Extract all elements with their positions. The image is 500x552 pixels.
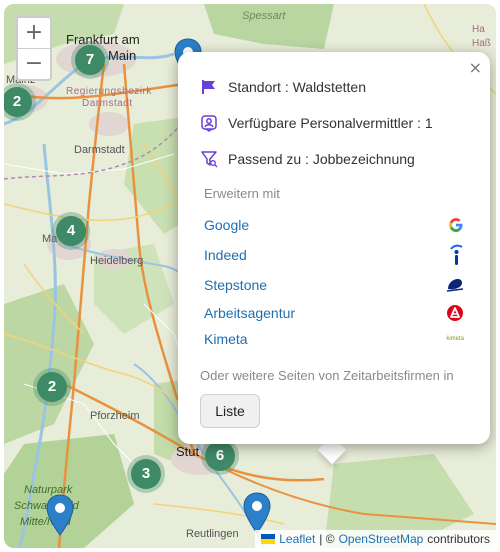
stepstone-logo-icon[interactable] <box>446 277 464 293</box>
popup-close-button[interactable]: × <box>469 58 482 77</box>
map-label-hass: Haß <box>472 38 491 49</box>
arbeitsagentur-logo-icon[interactable] <box>446 304 464 322</box>
provider-indeed: Indeed <box>204 244 464 266</box>
matches-text: Passend zu : Jobbezeichnung <box>228 151 415 167</box>
marker-cluster[interactable]: 2 <box>33 368 71 406</box>
map-label-darmstadt-region: Darmstadt <box>82 98 133 109</box>
provider-kimeta: Kimeta kimeta <box>204 328 464 350</box>
matches-row: Passend zu : Jobbezeichnung <box>200 150 415 168</box>
marker-cluster[interactable]: 7 <box>71 41 109 79</box>
extend-label: Erweitern mit <box>204 186 280 201</box>
provider-link-kimeta[interactable]: Kimeta <box>204 331 248 347</box>
google-logo-icon[interactable] <box>448 217 464 233</box>
map-label-stuttgart: Stut <box>176 444 200 459</box>
marker-cluster[interactable]: 3 <box>127 455 165 493</box>
map-label-darmstadt: Darmstadt <box>74 144 125 156</box>
map-pin-icon[interactable] <box>46 494 74 536</box>
zoom-control: + − <box>16 16 52 81</box>
ukraine-flag-icon <box>261 534 276 544</box>
map-label-regbez: Regierungsbezirk <box>66 86 152 97</box>
map-label-reutlingen: Reutlingen <box>186 528 239 540</box>
kimeta-logo-icon[interactable]: kimeta <box>446 336 464 342</box>
filter-search-icon <box>201 151 218 168</box>
map-label-heidelberg: Heidelberg <box>90 255 144 267</box>
map-container[interactable]: Spessart Frankfurt am Main Mainz Regieru… <box>4 4 496 548</box>
available-row: Verfügbare Personalvermittler : 1 <box>200 114 433 132</box>
provider-arbeitsagentur: Arbeitsagentur <box>204 302 464 324</box>
cluster-count: 2 <box>37 372 67 402</box>
available-text: Verfügbare Personalvermittler : 1 <box>228 115 433 131</box>
flag-icon <box>202 80 215 94</box>
map-label-frankfurt-main: Main <box>108 48 137 63</box>
agent-icon <box>201 115 217 132</box>
attribution-contributors: contributors <box>427 532 490 546</box>
map-label-ha: Ha <box>472 24 485 35</box>
map-label-spessart: Spessart <box>242 10 286 22</box>
other-sites-text: Oder weitere Seiten von Zeitarbeitsfirme… <box>200 368 454 383</box>
zoom-in-button[interactable]: + <box>18 18 50 48</box>
leaflet-link[interactable]: Leaflet <box>279 532 315 546</box>
attribution-separator: | © <box>319 532 335 546</box>
marker-cluster[interactable]: 4 <box>52 212 90 250</box>
cluster-count: 6 <box>205 441 235 471</box>
cluster-count: 3 <box>131 459 161 489</box>
provider-stepstone: Stepstone <box>204 274 464 296</box>
map-attribution: Leaflet | © OpenStreetMap contributors <box>255 530 496 548</box>
provider-link-google[interactable]: Google <box>204 217 249 233</box>
list-button[interactable]: Liste <box>200 394 260 428</box>
indeed-logo-icon[interactable] <box>448 244 464 266</box>
cluster-count: 4 <box>56 216 86 246</box>
cluster-count: 2 <box>4 87 32 117</box>
location-text: Standort : Waldstetten <box>228 79 366 95</box>
provider-link-arbeitsagentur[interactable]: Arbeitsagentur <box>204 305 295 321</box>
osm-link[interactable]: OpenStreetMap <box>339 532 424 546</box>
provider-link-stepstone[interactable]: Stepstone <box>204 277 267 293</box>
provider-link-indeed[interactable]: Indeed <box>204 247 247 263</box>
location-popup: × Standort : Waldstetten Verfügbare Pers… <box>178 52 490 444</box>
map-pin-icon[interactable] <box>243 492 271 534</box>
cluster-count: 7 <box>75 45 105 75</box>
location-row: Standort : Waldstetten <box>200 78 366 96</box>
zoom-out-button[interactable]: − <box>18 48 50 79</box>
map-label-pforzheim: Pforzheim <box>90 410 140 422</box>
provider-google: Google <box>204 214 464 236</box>
